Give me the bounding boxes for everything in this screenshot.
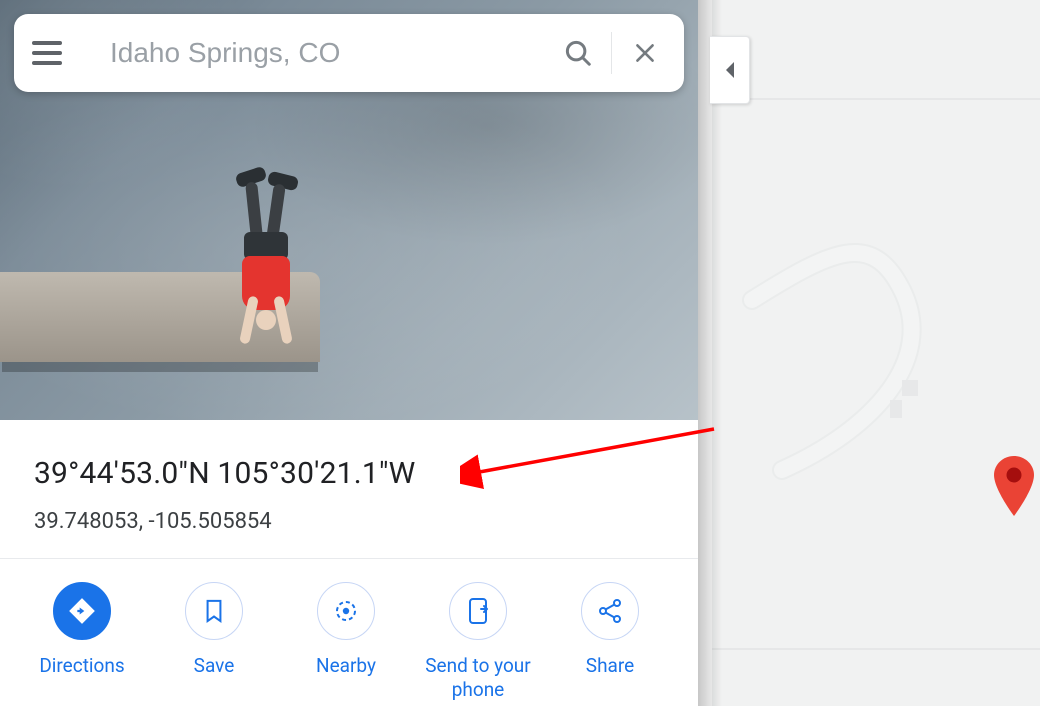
send-label: Send to your phone: [412, 654, 544, 702]
panel-shadow: [698, 0, 722, 706]
menu-icon[interactable]: [32, 35, 68, 71]
search-bar: [14, 14, 684, 92]
send-to-phone-button[interactable]: Send to your phone: [412, 582, 544, 702]
map-canvas[interactable]: [712, 0, 1040, 706]
directions-icon: [53, 582, 111, 640]
bookmark-icon: [185, 582, 243, 640]
place-panel: 39°44'53.0"N 105°30'21.1"W 39.748053, -1…: [0, 0, 698, 706]
hero-figure: [232, 170, 302, 360]
place-actions: Directions Save Nearby: [0, 576, 698, 702]
nearby-label: Nearby: [316, 654, 376, 678]
map-road: [712, 0, 1040, 706]
share-icon: [581, 582, 639, 640]
nearby-icon: [317, 582, 375, 640]
directions-label: Directions: [39, 654, 124, 678]
coordinates-decimal: 39.748053, -105.505854: [34, 509, 664, 534]
place-info: 39°44'53.0"N 105°30'21.1"W 39.748053, -1…: [0, 420, 698, 554]
share-button[interactable]: Share: [544, 582, 676, 678]
nearby-button[interactable]: Nearby: [280, 582, 412, 678]
search-icon[interactable]: [549, 24, 607, 82]
divider: [0, 558, 698, 559]
collapse-panel-button[interactable]: [710, 36, 750, 104]
share-label: Share: [586, 654, 634, 678]
coordinates-dms: 39°44'53.0"N 105°30'21.1"W: [34, 456, 664, 491]
send-to-phone-icon: [449, 582, 507, 640]
map-pin-icon[interactable]: [990, 456, 1038, 516]
search-input[interactable]: [110, 37, 549, 69]
directions-button[interactable]: Directions: [16, 582, 148, 678]
close-icon[interactable]: [616, 24, 674, 82]
save-button[interactable]: Save: [148, 582, 280, 678]
save-label: Save: [194, 654, 235, 678]
search-divider: [611, 32, 612, 74]
